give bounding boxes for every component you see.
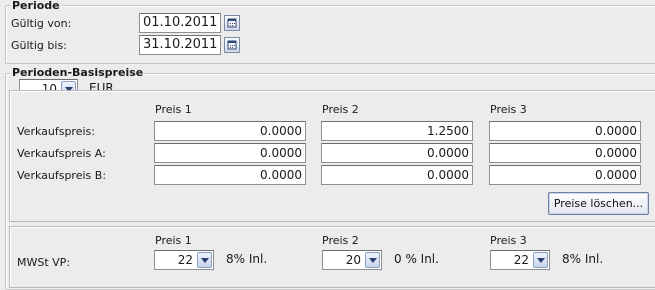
- chevron-down-icon[interactable]: [365, 252, 380, 268]
- verkaufspreis-b-preis-1[interactable]: 0.0000: [154, 165, 306, 185]
- verkaufspreis-b-preis-3[interactable]: 0.0000: [489, 165, 641, 185]
- verkaufspreis-preis-3[interactable]: 0.0000: [489, 121, 641, 141]
- mwst-preis-2-dropdown[interactable]: 20: [322, 250, 382, 270]
- row-label-verkaufspreis-b: Verkaufspreis B:: [17, 169, 107, 182]
- clear-prices-button[interactable]: Preise löschen...: [548, 192, 649, 215]
- verkaufspreis-a-preis-2[interactable]: 0.0000: [321, 143, 473, 163]
- chevron-down-icon[interactable]: [533, 252, 548, 268]
- row-label-verkaufspreis: Verkaufspreis:: [17, 125, 95, 138]
- valid-to-field[interactable]: 31.10.2011: [139, 35, 221, 55]
- calendar-icon[interactable]: [224, 37, 240, 53]
- mwst-column-header-preis-3: Preis 3: [490, 234, 527, 247]
- verkaufspreis-a-preis-1[interactable]: 0.0000: [154, 143, 306, 163]
- basispreise-title: Perioden-Basispreise: [10, 66, 146, 79]
- mwst-preis-3-description: 8% Inl.: [562, 252, 604, 266]
- verkaufspreis-preis-2[interactable]: 1.2500: [321, 121, 473, 141]
- mwst-preis-2-description: 0 % Inl.: [394, 252, 439, 266]
- calendar-icon[interactable]: [224, 15, 240, 31]
- column-header-preis-1: Preis 1: [155, 103, 192, 116]
- mwst-label: MWSt VP:: [17, 256, 71, 269]
- mwst-preis-1-description: 8% Inl.: [226, 252, 268, 266]
- mwst-column-header-preis-2: Preis 2: [322, 234, 359, 247]
- periode-title: Periode: [10, 0, 62, 12]
- verkaufspreis-a-preis-3[interactable]: 0.0000: [489, 143, 641, 163]
- column-header-preis-2: Preis 2: [322, 103, 359, 116]
- valid-from-field[interactable]: 01.10.2011: [139, 13, 221, 33]
- periode-group: [5, 5, 655, 64]
- column-header-preis-3: Preis 3: [490, 103, 527, 116]
- row-label-verkaufspreis-a: Verkaufspreis A:: [17, 147, 106, 160]
- verkaufspreis-b-preis-2[interactable]: 0.0000: [321, 165, 473, 185]
- mwst-preis-1-code: 22: [177, 253, 193, 267]
- valid-from-label: Gültig von:: [11, 17, 72, 30]
- mwst-preis-1-dropdown[interactable]: 22: [154, 250, 214, 270]
- mwst-preis-3-dropdown[interactable]: 22: [490, 250, 550, 270]
- chevron-down-icon[interactable]: [197, 252, 212, 268]
- valid-to-label: Gültig bis:: [11, 39, 67, 52]
- mwst-column-header-preis-1: Preis 1: [155, 234, 192, 247]
- verkaufspreis-preis-1[interactable]: 0.0000: [154, 121, 306, 141]
- mwst-preis-3-code: 22: [513, 253, 529, 267]
- mwst-preis-2-code: 20: [345, 253, 361, 267]
